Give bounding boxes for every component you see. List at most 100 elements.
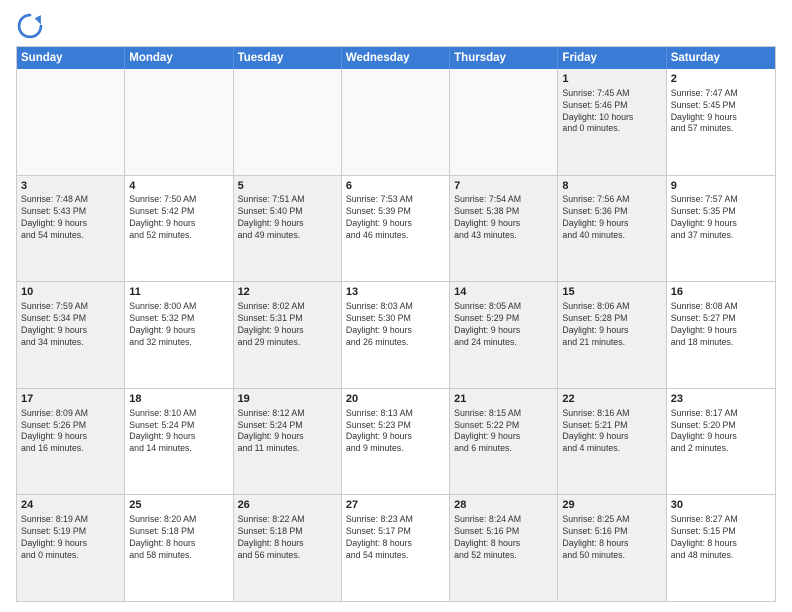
cell-info: Sunrise: 8:22 AM Sunset: 5:18 PM Dayligh… xyxy=(238,514,337,562)
logo xyxy=(16,12,48,40)
cell-info: Sunrise: 8:06 AM Sunset: 5:28 PM Dayligh… xyxy=(562,301,661,349)
calendar-cell: 30Sunrise: 8:27 AM Sunset: 5:15 PM Dayli… xyxy=(667,495,775,601)
header-cell-tuesday: Tuesday xyxy=(234,47,342,69)
cell-info: Sunrise: 7:56 AM Sunset: 5:36 PM Dayligh… xyxy=(562,194,661,242)
day-number: 21 xyxy=(454,392,553,407)
cell-info: Sunrise: 8:00 AM Sunset: 5:32 PM Dayligh… xyxy=(129,301,228,349)
cell-info: Sunrise: 8:13 AM Sunset: 5:23 PM Dayligh… xyxy=(346,408,445,456)
cell-info: Sunrise: 8:10 AM Sunset: 5:24 PM Dayligh… xyxy=(129,408,228,456)
day-number: 7 xyxy=(454,179,553,194)
day-number: 6 xyxy=(346,179,445,194)
day-number: 8 xyxy=(562,179,661,194)
calendar-cell: 25Sunrise: 8:20 AM Sunset: 5:18 PM Dayli… xyxy=(125,495,233,601)
calendar-cell: 10Sunrise: 7:59 AM Sunset: 5:34 PM Dayli… xyxy=(17,282,125,388)
day-number: 5 xyxy=(238,179,337,194)
header-cell-friday: Friday xyxy=(558,47,666,69)
calendar-cell: 2Sunrise: 7:47 AM Sunset: 5:45 PM Daylig… xyxy=(667,69,775,175)
day-number: 10 xyxy=(21,285,120,300)
calendar-cell: 21Sunrise: 8:15 AM Sunset: 5:22 PM Dayli… xyxy=(450,389,558,495)
calendar-cell xyxy=(234,69,342,175)
logo-icon xyxy=(16,12,44,40)
cell-info: Sunrise: 8:20 AM Sunset: 5:18 PM Dayligh… xyxy=(129,514,228,562)
calendar-cell xyxy=(342,69,450,175)
cell-info: Sunrise: 7:53 AM Sunset: 5:39 PM Dayligh… xyxy=(346,194,445,242)
calendar-cell: 16Sunrise: 8:08 AM Sunset: 5:27 PM Dayli… xyxy=(667,282,775,388)
day-number: 20 xyxy=(346,392,445,407)
calendar-cell: 5Sunrise: 7:51 AM Sunset: 5:40 PM Daylig… xyxy=(234,176,342,282)
day-number: 11 xyxy=(129,285,228,300)
header xyxy=(16,12,776,40)
day-number: 9 xyxy=(671,179,771,194)
calendar-header: SundayMondayTuesdayWednesdayThursdayFrid… xyxy=(17,47,775,69)
cell-info: Sunrise: 8:09 AM Sunset: 5:26 PM Dayligh… xyxy=(21,408,120,456)
cell-info: Sunrise: 8:03 AM Sunset: 5:30 PM Dayligh… xyxy=(346,301,445,349)
calendar-cell: 1Sunrise: 7:45 AM Sunset: 5:46 PM Daylig… xyxy=(558,69,666,175)
calendar-cell: 26Sunrise: 8:22 AM Sunset: 5:18 PM Dayli… xyxy=(234,495,342,601)
cell-info: Sunrise: 8:05 AM Sunset: 5:29 PM Dayligh… xyxy=(454,301,553,349)
header-cell-thursday: Thursday xyxy=(450,47,558,69)
page: SundayMondayTuesdayWednesdayThursdayFrid… xyxy=(0,0,792,612)
cell-info: Sunrise: 8:25 AM Sunset: 5:16 PM Dayligh… xyxy=(562,514,661,562)
calendar-cell: 24Sunrise: 8:19 AM Sunset: 5:19 PM Dayli… xyxy=(17,495,125,601)
calendar-cell xyxy=(450,69,558,175)
day-number: 24 xyxy=(21,498,120,513)
day-number: 2 xyxy=(671,72,771,87)
calendar-cell: 27Sunrise: 8:23 AM Sunset: 5:17 PM Dayli… xyxy=(342,495,450,601)
calendar-cell xyxy=(125,69,233,175)
calendar-cell: 3Sunrise: 7:48 AM Sunset: 5:43 PM Daylig… xyxy=(17,176,125,282)
calendar-cell: 29Sunrise: 8:25 AM Sunset: 5:16 PM Dayli… xyxy=(558,495,666,601)
cell-info: Sunrise: 8:19 AM Sunset: 5:19 PM Dayligh… xyxy=(21,514,120,562)
calendar-cell: 6Sunrise: 7:53 AM Sunset: 5:39 PM Daylig… xyxy=(342,176,450,282)
calendar-cell: 13Sunrise: 8:03 AM Sunset: 5:30 PM Dayli… xyxy=(342,282,450,388)
calendar: SundayMondayTuesdayWednesdayThursdayFrid… xyxy=(16,46,776,602)
day-number: 29 xyxy=(562,498,661,513)
cell-info: Sunrise: 8:08 AM Sunset: 5:27 PM Dayligh… xyxy=(671,301,771,349)
cell-info: Sunrise: 7:45 AM Sunset: 5:46 PM Dayligh… xyxy=(562,88,661,136)
day-number: 28 xyxy=(454,498,553,513)
calendar-cell xyxy=(17,69,125,175)
calendar-cell: 4Sunrise: 7:50 AM Sunset: 5:42 PM Daylig… xyxy=(125,176,233,282)
cell-info: Sunrise: 7:48 AM Sunset: 5:43 PM Dayligh… xyxy=(21,194,120,242)
day-number: 15 xyxy=(562,285,661,300)
calendar-cell: 23Sunrise: 8:17 AM Sunset: 5:20 PM Dayli… xyxy=(667,389,775,495)
calendar-row-1: 1Sunrise: 7:45 AM Sunset: 5:46 PM Daylig… xyxy=(17,69,775,175)
day-number: 19 xyxy=(238,392,337,407)
calendar-cell: 17Sunrise: 8:09 AM Sunset: 5:26 PM Dayli… xyxy=(17,389,125,495)
calendar-cell: 28Sunrise: 8:24 AM Sunset: 5:16 PM Dayli… xyxy=(450,495,558,601)
calendar-cell: 19Sunrise: 8:12 AM Sunset: 5:24 PM Dayli… xyxy=(234,389,342,495)
day-number: 22 xyxy=(562,392,661,407)
cell-info: Sunrise: 8:27 AM Sunset: 5:15 PM Dayligh… xyxy=(671,514,771,562)
day-number: 26 xyxy=(238,498,337,513)
day-number: 17 xyxy=(21,392,120,407)
day-number: 23 xyxy=(671,392,771,407)
calendar-cell: 7Sunrise: 7:54 AM Sunset: 5:38 PM Daylig… xyxy=(450,176,558,282)
calendar-cell: 9Sunrise: 7:57 AM Sunset: 5:35 PM Daylig… xyxy=(667,176,775,282)
cell-info: Sunrise: 7:51 AM Sunset: 5:40 PM Dayligh… xyxy=(238,194,337,242)
cell-info: Sunrise: 7:54 AM Sunset: 5:38 PM Dayligh… xyxy=(454,194,553,242)
day-number: 1 xyxy=(562,72,661,87)
calendar-cell: 22Sunrise: 8:16 AM Sunset: 5:21 PM Dayli… xyxy=(558,389,666,495)
cell-info: Sunrise: 8:24 AM Sunset: 5:16 PM Dayligh… xyxy=(454,514,553,562)
cell-info: Sunrise: 8:02 AM Sunset: 5:31 PM Dayligh… xyxy=(238,301,337,349)
cell-info: Sunrise: 8:15 AM Sunset: 5:22 PM Dayligh… xyxy=(454,408,553,456)
calendar-cell: 20Sunrise: 8:13 AM Sunset: 5:23 PM Dayli… xyxy=(342,389,450,495)
day-number: 16 xyxy=(671,285,771,300)
calendar-cell: 12Sunrise: 8:02 AM Sunset: 5:31 PM Dayli… xyxy=(234,282,342,388)
day-number: 18 xyxy=(129,392,228,407)
calendar-cell: 18Sunrise: 8:10 AM Sunset: 5:24 PM Dayli… xyxy=(125,389,233,495)
calendar-cell: 14Sunrise: 8:05 AM Sunset: 5:29 PM Dayli… xyxy=(450,282,558,388)
cell-info: Sunrise: 8:16 AM Sunset: 5:21 PM Dayligh… xyxy=(562,408,661,456)
cell-info: Sunrise: 7:57 AM Sunset: 5:35 PM Dayligh… xyxy=(671,194,771,242)
day-number: 13 xyxy=(346,285,445,300)
day-number: 3 xyxy=(21,179,120,194)
calendar-cell: 8Sunrise: 7:56 AM Sunset: 5:36 PM Daylig… xyxy=(558,176,666,282)
day-number: 12 xyxy=(238,285,337,300)
calendar-row-3: 10Sunrise: 7:59 AM Sunset: 5:34 PM Dayli… xyxy=(17,281,775,388)
day-number: 30 xyxy=(671,498,771,513)
calendar-cell: 15Sunrise: 8:06 AM Sunset: 5:28 PM Dayli… xyxy=(558,282,666,388)
day-number: 14 xyxy=(454,285,553,300)
cell-info: Sunrise: 8:23 AM Sunset: 5:17 PM Dayligh… xyxy=(346,514,445,562)
cell-info: Sunrise: 7:50 AM Sunset: 5:42 PM Dayligh… xyxy=(129,194,228,242)
calendar-cell: 11Sunrise: 8:00 AM Sunset: 5:32 PM Dayli… xyxy=(125,282,233,388)
header-cell-saturday: Saturday xyxy=(667,47,775,69)
